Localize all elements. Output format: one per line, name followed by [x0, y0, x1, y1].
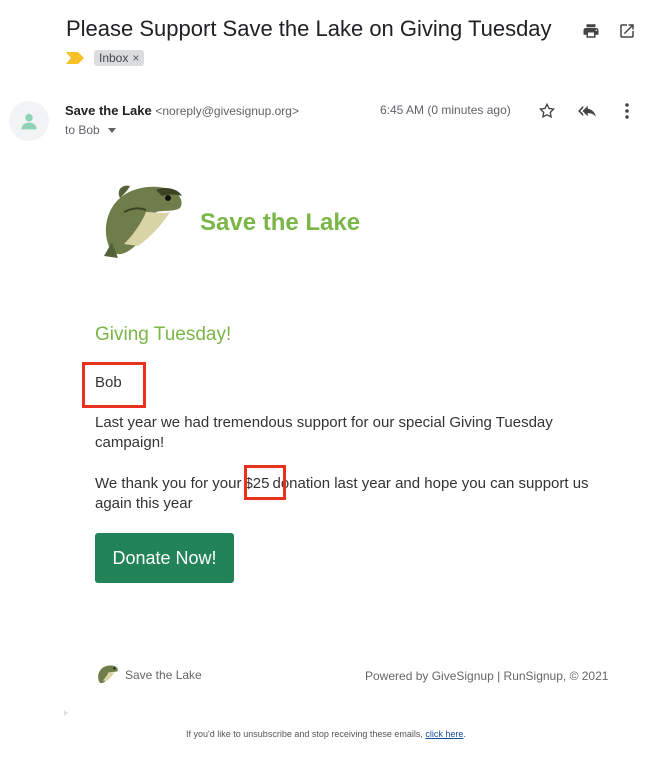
- collapse-marker-icon: [64, 710, 68, 716]
- footer-brand-text: Save the Lake: [125, 668, 202, 682]
- bass-fish-small-logo: [98, 665, 118, 684]
- paragraph-support: Last year we had tremendous support for …: [95, 414, 553, 451]
- sender-name[interactable]: Save the Lake: [65, 103, 152, 118]
- greeting-name: Bob: [95, 374, 122, 391]
- print-icon[interactable]: [580, 20, 602, 42]
- email-header-banner: Save the Lake: [94, 182, 360, 264]
- bass-fish-logo: [104, 185, 182, 258]
- campaign-heading: Giving Tuesday!: [95, 324, 232, 345]
- donate-now-button[interactable]: Donate Now!: [95, 533, 234, 583]
- timestamp: 6:45 AM (0 minutes ago): [380, 103, 511, 117]
- unsubscribe-link[interactable]: click here: [425, 729, 463, 739]
- remove-label-icon[interactable]: ×: [132, 51, 139, 65]
- unsubscribe-period: .: [463, 729, 466, 739]
- open-in-new-icon[interactable]: [616, 20, 638, 42]
- inbox-label-text: Inbox: [99, 51, 129, 65]
- chevron-down-icon[interactable]: [107, 127, 116, 133]
- sender-email: <noreply@givesignup.org>: [155, 104, 299, 118]
- paragraph-thanks: We thank you for your $25 donation last ye…: [95, 474, 615, 514]
- thread-toolbar: [580, 20, 638, 42]
- message-actions: [536, 100, 638, 122]
- avatar: [9, 101, 49, 141]
- powered-by-text: Powered by GiveSignup | RunSignup, © 202…: [365, 669, 609, 683]
- unsubscribe-text: If you'd like to unsubscribe and stop re…: [186, 729, 423, 739]
- inbox-label-chip[interactable]: Inbox ×: [94, 50, 145, 66]
- more-vert-icon[interactable]: [616, 100, 638, 122]
- highlight-box-amount: [244, 465, 286, 500]
- important-marker-icon[interactable]: [66, 52, 84, 64]
- unsubscribe-line: If you'd like to unsubscribe and stop re…: [0, 729, 652, 739]
- recipient-details[interactable]: to Bob: [65, 123, 116, 137]
- label-row: Inbox ×: [66, 50, 145, 66]
- email-subject: Please Support Save the Lake on Giving T…: [66, 16, 552, 41]
- brand-title: Save the Lake: [200, 209, 361, 236]
- recipient-text: to Bob: [65, 123, 100, 137]
- footer-brand: Save the Lake: [95, 664, 202, 686]
- person-icon: [21, 113, 37, 130]
- sender-line: Save the Lake <noreply@givesignup.org>: [65, 103, 299, 118]
- star-icon[interactable]: [536, 100, 558, 122]
- reply-all-icon[interactable]: [576, 100, 598, 122]
- thanks-text-start: We thank you for your: [95, 475, 242, 492]
